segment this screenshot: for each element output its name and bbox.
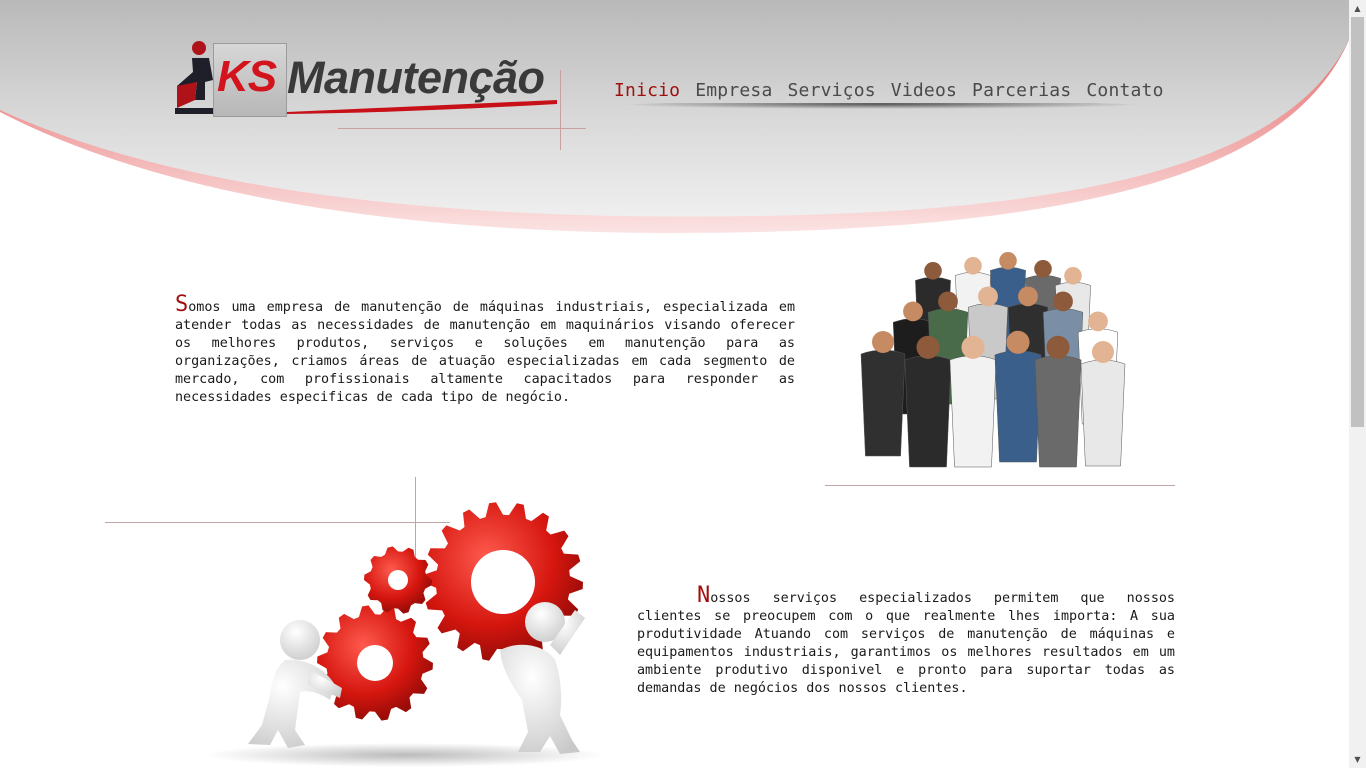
person-body: [1034, 355, 1082, 468]
divider-line-people: [825, 485, 1175, 486]
person-head: [938, 291, 958, 312]
logo-divider-vertical: [560, 70, 561, 150]
gear-hole: [471, 550, 535, 614]
services-paragraph: Nossos serviços especializados permitem …: [637, 585, 1175, 698]
scrollbar-thumb[interactable]: [1351, 17, 1364, 427]
scroll-up-arrow-icon[interactable]: ▲: [1349, 0, 1366, 17]
person-head: [924, 262, 942, 280]
logo-divider-horizontal: [338, 128, 586, 129]
nav-item-videos[interactable]: Videos: [891, 80, 957, 101]
logo-name-text: Manutenção: [287, 52, 545, 103]
person-head: [916, 335, 940, 359]
person-head: [999, 252, 1017, 270]
main-navigation: Inicio Empresa Serviços Videos Parcerias…: [614, 80, 1179, 101]
mechanic-figure-icon: [175, 41, 215, 114]
person-head: [1046, 335, 1070, 359]
logo-ks-text: KS: [217, 52, 277, 101]
nav-item-empresa[interactable]: Empresa: [695, 80, 772, 101]
person-head: [964, 257, 982, 275]
person-head: [1064, 267, 1082, 285]
nav-item-contato[interactable]: Contato: [1086, 80, 1163, 101]
group-of-professionals-image: [860, 252, 1126, 468]
logo-swoosh: [287, 100, 557, 114]
person-head: [1006, 330, 1030, 354]
person-body: [904, 355, 952, 468]
person-body: [994, 350, 1042, 463]
nav-item-servicos[interactable]: Serviços: [788, 80, 876, 101]
scroll-down-arrow-icon[interactable]: ▼: [1349, 751, 1366, 768]
person-head: [1053, 291, 1073, 312]
person-head: [1092, 341, 1114, 363]
vertical-scrollbar[interactable]: ▲ ▼: [1349, 0, 1366, 768]
person-body: [1080, 359, 1126, 467]
person-body: [860, 349, 906, 457]
ks-manutencao-logo[interactable]: KS Manutenção: [175, 38, 586, 150]
person-head: [978, 286, 998, 307]
person-head: [961, 335, 985, 359]
about-paragraph: Somos uma empresa de manutenção de máqui…: [175, 294, 795, 407]
person-head: [872, 331, 894, 353]
person-head: [903, 301, 923, 322]
person-head: [1034, 260, 1052, 278]
person-body: [949, 355, 997, 468]
nav-item-inicio[interactable]: Inicio: [614, 80, 680, 101]
gear-hole: [357, 645, 393, 681]
nav-underline-shadow: [616, 103, 1146, 111]
figures-pushing-gears-image: [205, 502, 605, 767]
person-head: [1088, 311, 1108, 332]
about-drop-cap: S: [175, 292, 189, 318]
services-text: ossos serviços especializados permitem q…: [637, 591, 1175, 697]
nav-item-parcerias[interactable]: Parcerias: [972, 80, 1071, 101]
person-head: [1018, 286, 1038, 307]
about-text: omos uma empresa de manutenção de máquin…: [175, 300, 795, 406]
services-drop-cap: N: [697, 583, 711, 609]
page: KS Manutenção Inicio Empresa Serviços Vi…: [0, 0, 1349, 768]
gear-hole: [388, 570, 408, 590]
